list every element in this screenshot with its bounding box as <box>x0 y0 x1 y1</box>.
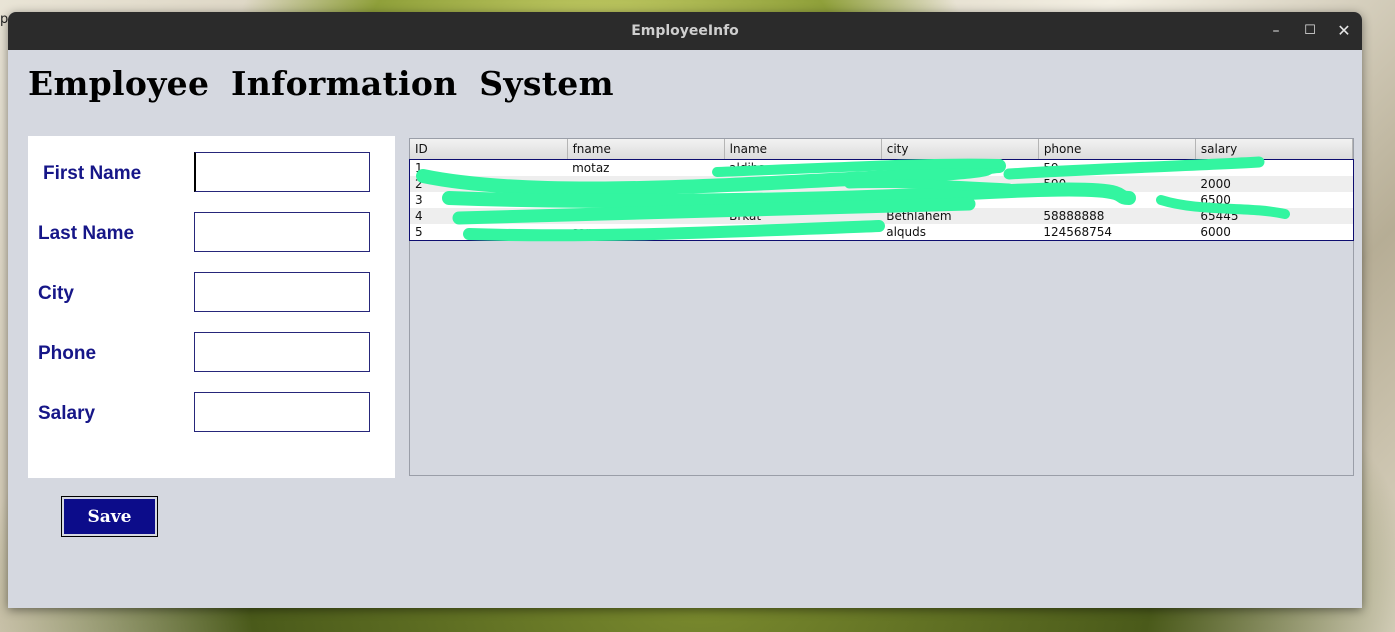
cell-phone: 124568754 <box>1038 224 1196 240</box>
cell-lname <box>724 192 882 208</box>
cell-salary: 65445 <box>1195 208 1353 224</box>
title-bar[interactable]: EmployeeInfo – ☐ ✕ <box>8 12 1362 50</box>
cell-city <box>881 192 1039 208</box>
cell-fname: sara <box>567 224 725 240</box>
employee-form: First Name Last Name City Phone Salary <box>28 136 395 478</box>
table-row[interactable]: 3 6500 <box>410 192 1353 208</box>
table-header-row: ID fname lname city phone salary <box>410 139 1354 160</box>
column-header-salary[interactable]: salary <box>1195 139 1354 160</box>
column-header-fname[interactable]: fname <box>567 139 725 160</box>
column-header-phone[interactable]: phone <box>1038 139 1196 160</box>
first-name-field[interactable] <box>194 152 370 192</box>
maximize-icon[interactable]: ☐ <box>1300 21 1320 41</box>
cell-city: alquds <box>881 224 1039 240</box>
close-icon[interactable]: ✕ <box>1334 21 1354 41</box>
last-name-label: Last Name <box>38 223 135 244</box>
cell-salary: 6000 <box>1195 224 1353 240</box>
phone-label: Phone <box>38 343 97 364</box>
cell-salary <box>1195 159 1353 176</box>
save-button-label: Save <box>64 499 155 534</box>
column-header-id[interactable]: ID <box>410 139 568 160</box>
cell-fname <box>567 192 725 208</box>
salary-field[interactable] <box>194 392 370 432</box>
minimize-icon[interactable]: – <box>1266 21 1286 41</box>
cell-lname <box>724 176 882 192</box>
cell-lname: Brkat <box>724 208 882 224</box>
cell-phone: 590 <box>1038 176 1196 192</box>
employee-info-window: EmployeeInfo – ☐ ✕ Employee Information … <box>8 12 1362 608</box>
table-row[interactable]: 1 motaz aldibs 59 <box>410 159 1353 176</box>
cell-lname: aldibs <box>724 159 882 176</box>
cell-phone: 59 <box>1038 159 1196 176</box>
cell-id: 2 <box>410 176 568 192</box>
save-button[interactable]: Save <box>61 496 158 537</box>
cell-city: Bethlahem <box>881 176 1039 192</box>
cell-id: 3 <box>410 192 568 208</box>
cell-salary: 2000 <box>1195 176 1353 192</box>
column-header-lname[interactable]: lname <box>724 139 882 160</box>
page-title: Employee Information System <box>28 64 614 103</box>
cell-fname: motaz <box>567 159 725 176</box>
first-name-label: First Name <box>43 163 142 184</box>
cell-phone: 58888888 <box>1038 208 1196 224</box>
cell-city <box>881 159 1039 176</box>
cell-id: 1 <box>410 159 568 176</box>
cell-salary: 6500 <box>1195 192 1353 208</box>
phone-field[interactable] <box>194 332 370 372</box>
cell-city: Bethlahem <box>881 208 1039 224</box>
cell-fname <box>567 208 725 224</box>
column-header-city[interactable]: city <box>881 139 1039 160</box>
salary-label: Salary <box>38 403 96 424</box>
cell-id: 4 <box>410 208 568 224</box>
table-row[interactable]: 4 Brkat Bethlahem 58888888 65445 <box>410 208 1353 224</box>
cell-id: 5 <box>410 224 568 240</box>
table-row[interactable]: 2 Bethlahem 590 2000 <box>410 176 1353 192</box>
city-field[interactable] <box>194 272 370 312</box>
city-label: City <box>38 283 74 304</box>
table-row[interactable]: 5 sara ali alquds 124568754 6000 <box>410 224 1353 240</box>
last-name-field[interactable] <box>194 212 370 252</box>
cell-lname: ali <box>724 224 882 240</box>
employee-table[interactable]: ID fname lname city phone salary 1 motaz… <box>409 138 1354 476</box>
cell-phone <box>1038 192 1196 208</box>
window-title: EmployeeInfo <box>631 23 739 39</box>
cell-fname <box>567 176 725 192</box>
